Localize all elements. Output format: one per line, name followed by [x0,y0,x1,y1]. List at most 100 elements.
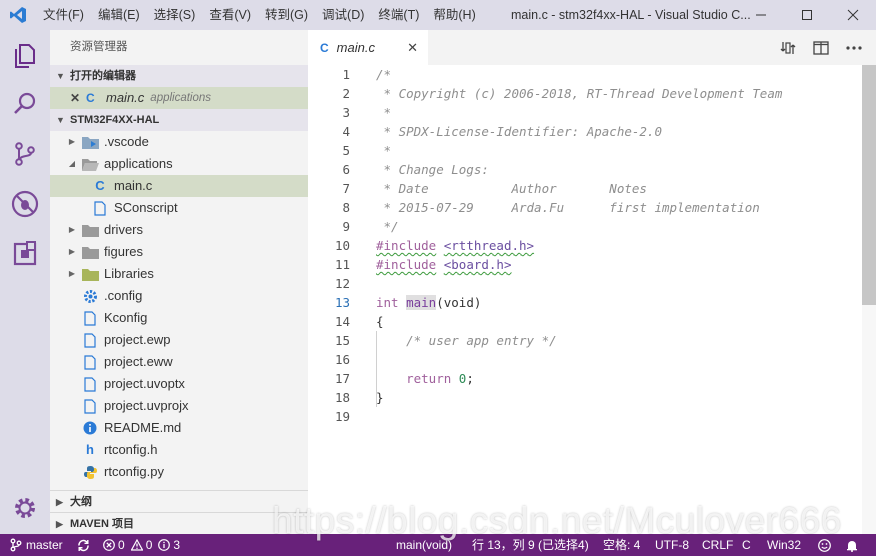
notifications-bell-icon[interactable] [846,534,858,556]
chevron-right-icon: ▶ [68,269,76,278]
explorer-sidebar: 资源管理器 ▼ 打开的编辑器 ✕ C main.c applications ▼… [50,30,308,534]
code-content: /* * Copyright (c) 2006-2018, RT-Thread … [376,65,782,426]
line-number: 12 [334,276,350,291]
settings-gear-icon[interactable] [0,484,50,532]
menu-terminal[interactable]: 终端(T) [371,0,426,30]
menu-edit[interactable]: 编辑(E) [91,0,147,30]
editor-actions [771,30,870,65]
menu-go[interactable]: 转到(G) [258,0,315,30]
info-icon [158,539,171,551]
close-editor-icon[interactable]: ✕ [70,87,86,109]
debug-icon[interactable] [0,180,50,228]
menu-selection[interactable]: 选择(S) [147,0,203,30]
open-editors-header[interactable]: ▼ 打开的编辑器 [50,65,308,87]
minimize-button[interactable] [738,0,784,30]
error-icon [103,539,115,551]
more-actions-icon[interactable] [837,45,870,50]
tab-main-c[interactable]: C main.c ✕ [308,30,428,65]
tree-item-config[interactable]: .config [50,285,308,307]
feedback-smiley-icon[interactable] [818,534,831,556]
menu-file[interactable]: 文件(F) [36,0,91,30]
python-icon [80,465,100,480]
tree-item-project-uvoptx[interactable]: project.uvoptx [50,373,308,395]
search-icon[interactable] [0,80,50,128]
include-path: <board.h> [443,257,512,272]
window-controls [738,0,876,30]
project-header[interactable]: ▼ STM32F4XX-HAL [50,109,308,131]
platform[interactable]: Win32 [767,534,801,556]
tree-item-label: README.md [104,420,182,435]
line-number: 3 [342,105,350,120]
file-icon [90,200,110,216]
tree-item-sconscript[interactable]: SConscript [50,197,308,219]
editor-scrollbar[interactable] [862,65,876,534]
git-branch-icon [10,538,22,552]
tree-item-drivers[interactable]: ▶ drivers [50,219,308,241]
line-number: 8 [342,200,350,215]
tree-item-project-uvprojx[interactable]: project.uvprojx [50,395,308,417]
explorer-icon[interactable] [0,32,50,80]
line-number: 10 [334,238,350,253]
tree-item-applications[interactable]: ◢ applications [50,153,308,175]
tree-item-project-eww[interactable]: project.eww [50,351,308,373]
tree-item-readme[interactable]: README.md [50,417,308,439]
tab-label: main.c [336,40,375,55]
tree-item-vscode[interactable]: ▶ .vscode [50,131,308,153]
extensions-icon[interactable] [0,230,50,278]
c-file-icon: C [95,178,105,193]
tree-item-rtconfig-h[interactable]: h rtconfig.h [50,439,308,461]
open-editor-item[interactable]: ✕ C main.c applications [50,87,308,109]
line-number: 18 [334,390,350,405]
source-control-icon[interactable] [0,130,50,178]
chevron-down-icon: ◢ [68,159,76,168]
tree-item-main-c[interactable]: C main.c [50,175,308,197]
sync-icon[interactable] [77,534,90,556]
tree-item-kconfig[interactable]: Kconfig [50,307,308,329]
split-editor-icon[interactable] [804,40,837,55]
close-window-button[interactable] [830,0,876,30]
end-of-line[interactable]: CRLF [702,534,733,556]
language-mode[interactable]: C [742,534,751,556]
menu-debug[interactable]: 调试(D) [315,0,371,30]
include-keyword: #include [376,257,437,272]
code-editor[interactable]: 1 2 3 4 5 6 7 8 9 10 11 12 13 14 15 16 1… [308,65,876,534]
chevron-right-icon: ▶ [68,247,76,256]
maven-header[interactable]: ▶ MAVEN 项目 [50,512,308,534]
close-icon[interactable]: ✕ [407,40,418,56]
tree-item-label: Kconfig [104,310,148,325]
tree-item-libraries[interactable]: ▶ Libraries [50,263,308,285]
line-number: 19 [334,409,350,424]
line-number: 14 [334,314,350,329]
line-number: 15 [334,333,350,348]
menu-view[interactable]: 查看(V) [202,0,258,30]
window-title: main.c - stm32f4xx-HAL - Visual Studio C… [511,8,751,22]
h-file-icon: h [86,442,94,457]
code-line: * 2015-07-29 Arda.Fu first implementatio… [376,200,760,215]
branch-indicator[interactable]: master [10,534,63,556]
outline-header[interactable]: ▶ 大纲 [50,490,308,512]
scroll-thumb[interactable] [862,65,876,305]
encoding[interactable]: UTF-8 [655,534,689,556]
type-keyword: int [376,295,399,310]
status-bar: master 0 0 3 main(void) 行 13，列 9 (已选择4) … [0,534,876,556]
indentation[interactable]: 空格: 4 [603,534,640,556]
vscode-folder-icon [80,136,100,149]
open-changes-icon[interactable] [771,40,804,56]
problems-indicator[interactable]: 0 0 3 [103,534,180,556]
cursor-position[interactable]: 行 13，列 9 (已选择4) [472,534,589,556]
warning-icon [130,539,143,551]
menu-help[interactable]: 帮助(H) [426,0,482,30]
tree-item-project-ewp[interactable]: project.ewp [50,329,308,351]
chevron-right-icon: ▶ [68,137,76,146]
tree-item-rtconfig-py[interactable]: rtconfig.py [50,461,308,483]
code-line: int main(void) [376,293,782,312]
code-line: * [376,105,392,120]
include-keyword: #include [376,238,437,253]
maximize-button[interactable] [784,0,830,30]
editor-tab-bar: C main.c ✕ [308,30,876,65]
line-number: 4 [342,124,350,139]
code-line: { [376,314,384,329]
current-scope[interactable]: main(void) [396,534,452,556]
tree-item-figures[interactable]: ▶ figures [50,241,308,263]
